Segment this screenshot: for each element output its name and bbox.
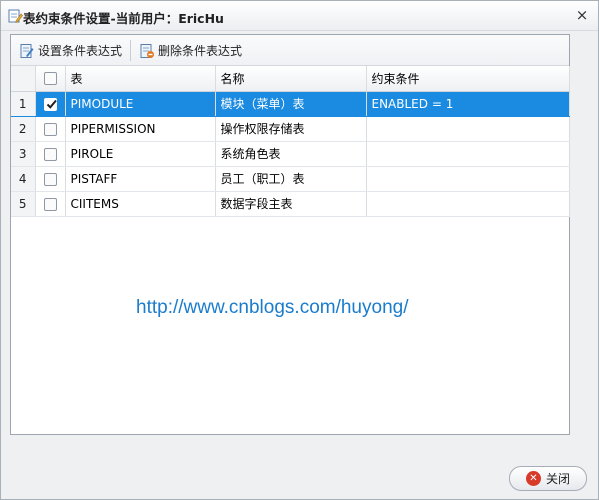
table-row[interactable]: 1 PIMODULE 模块（菜单）表 ENABLED = 1	[11, 91, 570, 117]
row-number: 3	[11, 141, 36, 167]
delete-expression-label: 删除条件表达式	[158, 44, 243, 58]
column-header-name[interactable]: 名称	[215, 66, 367, 92]
row-checkbox[interactable]	[43, 97, 57, 111]
dialog-window: 表约束条件设置-当前用户：EricHu × 设置条件表达式 删除条件表达式 表 …	[0, 0, 599, 500]
cell-name: 员工（职工）表	[215, 166, 367, 192]
cell-table: PIROLE	[65, 141, 216, 167]
cell-table: PIPERMISSION	[65, 116, 216, 142]
close-circle-icon: ✕	[525, 471, 541, 486]
row-number: 2	[11, 116, 36, 142]
edit-icon	[20, 43, 34, 58]
column-header-constraint[interactable]: 约束条件	[366, 66, 570, 92]
cell-constraint	[366, 116, 570, 142]
set-expression-label: 设置条件表达式	[38, 44, 123, 58]
edit-document-icon	[7, 8, 23, 24]
cell-constraint	[366, 166, 570, 192]
data-grid: 表 名称 约束条件 1 PIMODULE 模块（菜单）表 ENABLED = 1	[11, 66, 570, 217]
cell-name: 操作权限存储表	[215, 116, 367, 142]
select-all-checkbox[interactable]	[43, 72, 57, 86]
toolbar-separator	[130, 40, 131, 61]
cell-table: CIITEMS	[65, 191, 216, 217]
row-checkbox[interactable]	[43, 122, 57, 136]
cell-name: 数据字段主表	[215, 191, 367, 217]
close-icon[interactable]: ×	[574, 6, 590, 24]
row-number: 1	[11, 91, 36, 117]
row-number: 4	[11, 166, 36, 192]
cell-constraint	[366, 191, 570, 217]
close-button[interactable]: ✕ 关闭	[509, 466, 587, 491]
table-row[interactable]: 4 PISTAFF 员工（职工）表	[11, 166, 570, 192]
checkmark-icon	[46, 99, 57, 109]
delete-expression-button[interactable]: 删除条件表达式	[139, 40, 242, 61]
cell-table: PIMODULE	[65, 91, 216, 117]
cell-constraint: ENABLED = 1	[366, 91, 570, 117]
row-checkbox[interactable]	[43, 197, 57, 211]
row-number-header	[11, 66, 36, 92]
watermark-url: http://www.cnblogs.com/huyong/	[136, 297, 409, 318]
column-header-table[interactable]: 表	[65, 66, 216, 92]
set-expression-button[interactable]: 设置条件表达式	[19, 40, 122, 61]
table-row[interactable]: 3 PIROLE 系统角色表	[11, 141, 570, 167]
delete-document-icon	[140, 43, 154, 58]
cell-name: 模块（菜单）表	[215, 91, 367, 117]
cell-table: PISTAFF	[65, 166, 216, 192]
grid-panel: 设置条件表达式 删除条件表达式 表 名称 约束条件 1 PIMODULE 模块（…	[10, 34, 570, 435]
cell-name: 系统角色表	[215, 141, 367, 167]
row-number: 5	[11, 191, 36, 217]
select-all-header[interactable]	[35, 66, 66, 92]
row-checkbox[interactable]	[43, 147, 57, 161]
table-row[interactable]: 5 CIITEMS 数据字段主表	[11, 191, 570, 217]
window-title: 表约束条件设置-当前用户：EricHu	[23, 11, 224, 26]
cell-constraint	[366, 141, 570, 167]
row-checkbox[interactable]	[43, 172, 57, 186]
close-button-label: 关闭	[545, 472, 570, 486]
header-row: 表 名称 约束条件	[11, 66, 570, 92]
toolbar: 设置条件表达式 删除条件表达式	[11, 35, 569, 66]
title-bar[interactable]: 表约束条件设置-当前用户：EricHu ×	[1, 1, 598, 31]
table-row[interactable]: 2 PIPERMISSION 操作权限存储表	[11, 116, 570, 142]
